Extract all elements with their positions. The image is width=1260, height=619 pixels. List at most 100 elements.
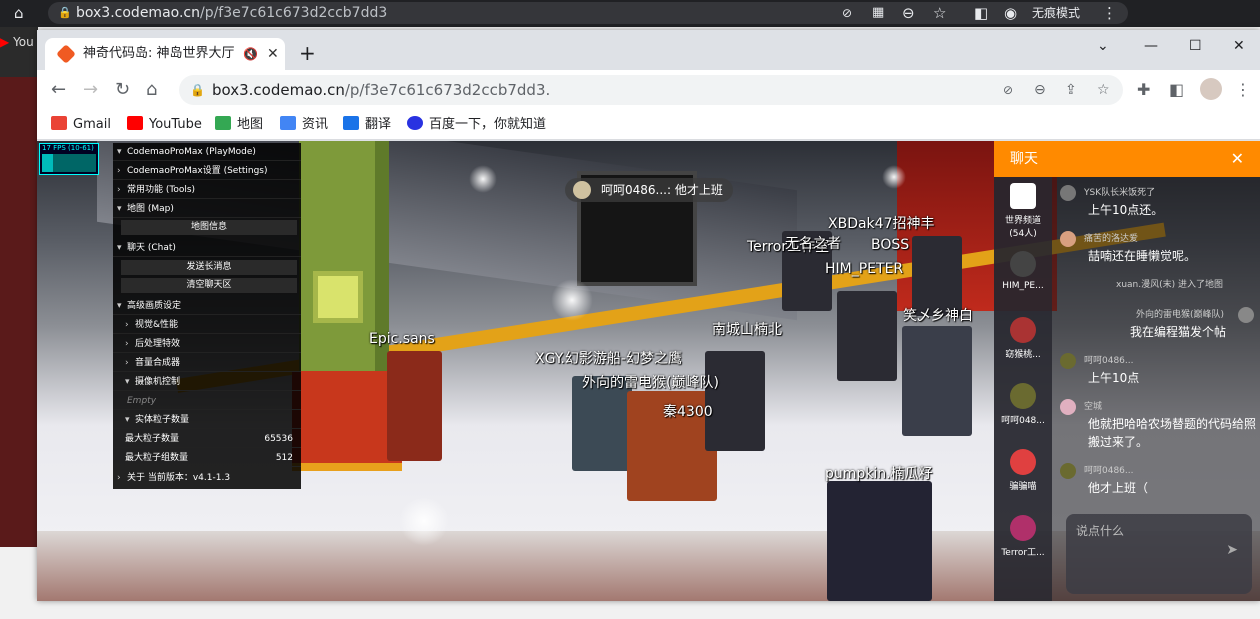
bookmark-youtube[interactable]: YouTube	[127, 115, 202, 135]
bookmark-star-icon[interactable]: ☆	[1097, 75, 1110, 105]
menu-title[interactable]: ▾ CodemaoProMax (PlayMode)	[113, 143, 301, 161]
translate-icon	[343, 116, 359, 130]
bookmark-label: YouTube	[149, 117, 202, 132]
chevron-down-icon: ▾	[125, 377, 130, 387]
minimize-icon[interactable]: —	[1144, 36, 1158, 56]
close-window-icon[interactable]: ✕	[1233, 36, 1245, 56]
channel-label: 呵呵048...	[1001, 416, 1045, 426]
message-text: 上午10点还。	[1088, 203, 1164, 217]
scene-red-base	[292, 371, 402, 471]
bubble-text: 呵呵0486...: 他才上班	[601, 183, 723, 197]
player-nametag: XGY.幻影游船-幻梦之鹰	[535, 351, 682, 367]
bookmark-baidu[interactable]: 百度一下，你就知道	[407, 115, 546, 135]
game-viewport[interactable]: Epic.sans XGY.幻影游船-幻梦之鹰 外向的雷电猴(巅峰队) 秦430…	[37, 141, 1260, 601]
menu-visual-perf[interactable]: › 视觉&性能	[113, 316, 301, 334]
channel-dm[interactable]: 呵呵048...	[994, 377, 1052, 443]
max-particles-value[interactable]: 65536	[264, 430, 293, 448]
menu-advanced[interactable]: ▾ 高级画质设定	[113, 297, 301, 315]
max-particles-row[interactable]: 最大粒子数量 65536	[113, 430, 301, 448]
menu-settings[interactable]: › CodemaoProMax设置 (Settings)	[113, 162, 301, 180]
channel-dm[interactable]: HIM_PE...	[994, 245, 1052, 311]
send-long-message-button[interactable]: 发送长消息	[121, 260, 297, 275]
background-tab-youtube[interactable]: ▶ You	[0, 35, 34, 49]
message-sender: 呵呵0486...	[1084, 356, 1134, 366]
chat-input[interactable]	[1076, 524, 1216, 538]
chat-panel: 聊天 ✕ 世界频道 (54人) HIM_PE... 窈猴桃... 呵呵048..…	[994, 141, 1260, 601]
player-avatar[interactable]	[912, 236, 962, 316]
home-icon[interactable]: ⌂	[14, 3, 24, 23]
baidu-icon	[407, 116, 423, 130]
chat-message: 呵呵0486... 上午10点	[1060, 353, 1256, 387]
tab-search-icon[interactable]: ⌄	[1097, 36, 1109, 56]
channel-dm[interactable]: Terror工...	[994, 509, 1052, 575]
mute-icon[interactable]: 🔇	[243, 38, 258, 70]
share-icon[interactable]: ⇪	[1065, 75, 1077, 105]
menu-icon[interactable]: ⋮	[1235, 80, 1251, 100]
home-icon[interactable]: ⌂	[146, 79, 157, 101]
tab-title: 神奇代码岛: 神岛世界大厅	[83, 46, 235, 61]
menu-chat[interactable]: ▾ 聊天 (Chat)	[113, 239, 301, 257]
player-avatar[interactable]	[827, 481, 932, 601]
menu-version[interactable]: › 关于 当前版本：v4.1-1.3	[113, 469, 301, 487]
bookmark-maps[interactable]: 地图	[215, 115, 263, 135]
menu-map[interactable]: ▾ 地图 (Map)	[113, 200, 301, 218]
forward-icon[interactable]: →	[83, 79, 98, 101]
maximize-icon[interactable]: ☐	[1189, 36, 1202, 56]
blocked-icon[interactable]: ⊘	[842, 3, 852, 23]
send-icon[interactable]: ➤	[1226, 542, 1238, 558]
chat-system-message: xuan.漫风(末) 进入了地图	[1060, 277, 1256, 295]
zoom-icon[interactable]: ⊖	[1034, 75, 1046, 105]
chat-message: 空城 他就把哈哈农场替题的代码给照搬过来了。	[1060, 399, 1256, 451]
menu-icon[interactable]: ⋮	[1102, 3, 1117, 23]
close-tab-icon[interactable]: ✕	[267, 38, 279, 70]
menu-post-effects[interactable]: › 后处理特效	[113, 335, 301, 353]
player-avatar[interactable]	[705, 351, 765, 451]
back-icon[interactable]: ←	[51, 79, 66, 101]
side-panel-icon[interactable]: ◧	[974, 3, 988, 23]
max-particles-label: 最大粒子数量	[125, 434, 180, 444]
zoom-icon[interactable]: ⊖	[902, 3, 915, 23]
close-icon[interactable]: ✕	[1231, 141, 1244, 177]
star-icon[interactable]: ☆	[933, 3, 946, 23]
channel-dm[interactable]: 骗骗喵	[994, 443, 1052, 509]
profile-avatar[interactable]	[1200, 78, 1222, 100]
lock-icon: 🔒	[58, 6, 72, 19]
pillar-face	[313, 271, 363, 323]
menu-tools[interactable]: › 常用功能 (Tools)	[113, 181, 301, 199]
max-groups-value[interactable]: 512	[276, 449, 293, 467]
player-avatar[interactable]	[902, 326, 972, 436]
player-nametag: XBDak47招神丰	[828, 216, 935, 232]
reload-icon[interactable]: ↻	[115, 79, 130, 101]
extensions-icon[interactable]: ✚	[1137, 80, 1150, 100]
max-groups-row[interactable]: 最大粒子组数量 512	[113, 449, 301, 467]
bookmark-gmail[interactable]: Gmail	[51, 115, 111, 135]
chat-message: YSK队长米饭死了 上午10点还。	[1060, 185, 1256, 219]
menu-particles[interactable]: ▾ 实体粒子数量	[113, 411, 301, 429]
map-info-button[interactable]: 地图信息	[121, 220, 297, 235]
chat-input-box: ➤	[1066, 514, 1252, 594]
message-sender: 空城	[1084, 402, 1103, 412]
codemao-favicon-icon	[56, 44, 76, 64]
blocked-icon[interactable]: ⊘	[1003, 75, 1013, 105]
channel-world[interactable]: 世界频道 (54人)	[994, 177, 1052, 243]
clear-chat-button[interactable]: 清空聊天区	[121, 278, 297, 293]
qr-icon[interactable]: ▦	[872, 3, 884, 23]
menu-camera[interactable]: ▾ 摄像机控制	[113, 373, 301, 391]
message-avatar	[1060, 399, 1076, 415]
menu-audio[interactable]: › 音量合成器	[113, 354, 301, 372]
background-window-left: ▶ You	[0, 27, 38, 547]
address-bar[interactable]: 🔒 box3.codemao.cn/p/f3e7c61c673d2ccb7dd3…	[179, 75, 1123, 105]
bookmark-label: 资讯	[302, 117, 329, 132]
bookmark-translate[interactable]: 翻译	[343, 115, 391, 135]
channel-count: (54人)	[1009, 229, 1037, 239]
background-address-bar[interactable]: 🔒 box3.codemao.cn/p/f3e7c61c673d2ccb7dd3	[48, 2, 1128, 24]
chevron-right-icon: ›	[125, 339, 129, 349]
player-avatar[interactable]	[837, 291, 897, 381]
tab-active[interactable]: 神奇代码岛: 神岛世界大厅 🔇 ✕	[45, 38, 285, 70]
new-tab-button[interactable]: +	[299, 38, 316, 68]
channel-dm[interactable]: 窈猴桃...	[994, 311, 1052, 377]
bookmark-news[interactable]: 资讯	[280, 115, 328, 135]
max-groups-label: 最大粒子组数量	[125, 453, 189, 463]
side-panel-icon[interactable]: ◧	[1169, 80, 1184, 100]
player-avatar[interactable]	[387, 351, 442, 461]
